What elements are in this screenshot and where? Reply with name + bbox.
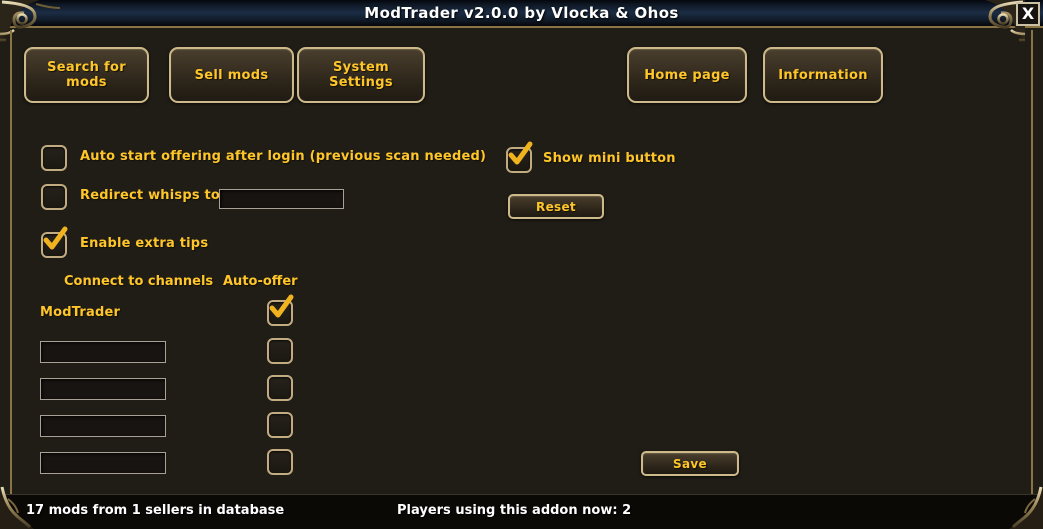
input-channel-3[interactable] xyxy=(40,378,166,400)
checkmark-icon xyxy=(269,294,294,318)
label-enable-extra-tips: Enable extra tips xyxy=(80,236,209,251)
status-mods-count: 17 mods from 1 sellers in database xyxy=(26,503,285,518)
button-label: Save xyxy=(673,456,707,471)
checkmark-icon xyxy=(508,141,533,165)
checkbox-enable-extra-tips[interactable] xyxy=(41,226,68,258)
close-icon[interactable]: X xyxy=(1016,2,1040,26)
button-system-settings[interactable]: System Settings xyxy=(297,47,425,103)
window-title: ModTrader v2.0.0 by Vlocka & Ohos xyxy=(364,4,679,22)
header-auto-offer: Auto-offer xyxy=(223,274,298,289)
main-panel: Search for mods Sell mods System Setting… xyxy=(12,32,1031,488)
button-reset[interactable]: Reset xyxy=(508,194,604,219)
checkbox-auto-offer-channel-2[interactable] xyxy=(267,338,293,364)
button-label: Search for mods xyxy=(47,60,126,90)
modtrader-window: ModTrader v2.0.0 by Vlocka & Ohos X Sear… xyxy=(0,0,1043,529)
checkbox-show-mini-button[interactable] xyxy=(506,141,533,173)
button-home-page[interactable]: Home page xyxy=(627,47,747,103)
checkbox-auto-offer-channel-5[interactable] xyxy=(267,449,293,475)
input-channel-5[interactable] xyxy=(40,452,166,474)
button-label: Home page xyxy=(644,67,730,83)
status-players-count: Players using this addon now: 2 xyxy=(397,503,632,518)
frame-edge-right xyxy=(1031,30,1033,500)
input-channel-2[interactable] xyxy=(40,341,166,363)
checkbox-auto-start-offering[interactable] xyxy=(41,145,67,171)
title-bar: ModTrader v2.0.0 by Vlocka & Ohos xyxy=(0,0,1043,28)
button-save[interactable]: Save xyxy=(641,451,739,476)
button-search-for-mods[interactable]: Search for mods xyxy=(24,47,149,103)
checkbox-redirect-whisps[interactable] xyxy=(41,184,67,210)
checkbox-auto-offer-channel-4[interactable] xyxy=(267,412,293,438)
checkbox-auto-offer-modtrader[interactable] xyxy=(267,294,294,326)
checkbox-auto-offer-channel-3[interactable] xyxy=(267,375,293,401)
button-label: Sell mods xyxy=(194,67,269,83)
label-auto-start-offering: Auto start offering after login (previou… xyxy=(80,149,487,164)
button-label: Reset xyxy=(536,199,576,214)
label-show-mini-button: Show mini button xyxy=(543,151,676,166)
checkmark-icon xyxy=(43,226,68,250)
button-label: Information xyxy=(778,67,868,83)
button-information[interactable]: Information xyxy=(763,47,883,103)
input-channel-4[interactable] xyxy=(40,415,166,437)
header-connect-to-channels: Connect to channels xyxy=(64,274,214,289)
button-sell-mods[interactable]: Sell mods xyxy=(169,47,294,103)
channel-name-modtrader: ModTrader xyxy=(40,305,121,320)
button-label: System Settings xyxy=(329,60,393,90)
input-redirect-whisps[interactable] xyxy=(219,189,344,209)
label-redirect-whisps: Redirect whisps to: xyxy=(80,188,226,203)
status-bar: 17 mods from 1 sellers in database Playe… xyxy=(0,494,1043,529)
